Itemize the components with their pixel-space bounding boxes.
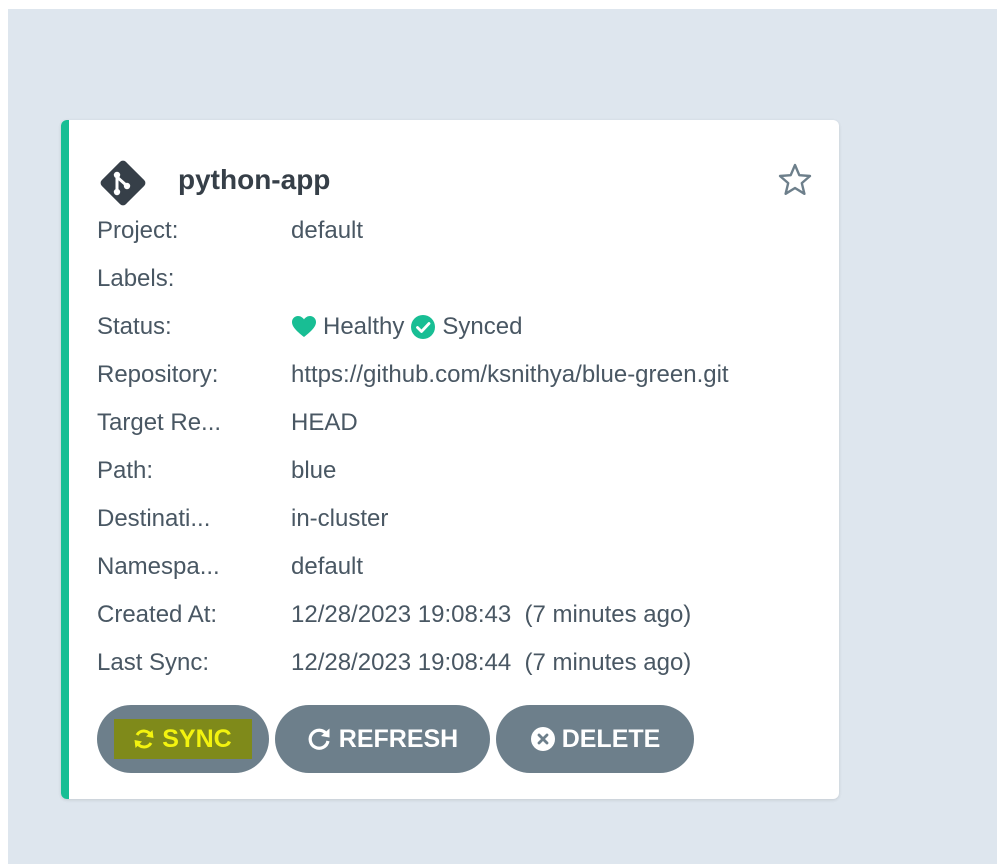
- field-project: Project: default: [97, 211, 817, 251]
- check-circle-icon: [411, 315, 436, 339]
- sync-button-label: SYNC: [162, 724, 232, 753]
- field-destination: Destinati... in-cluster: [97, 499, 817, 539]
- destination-value: in-cluster: [291, 505, 389, 532]
- last-sync-value: 12/28/2023 19:08:44 (7 minutes ago): [291, 649, 692, 676]
- field-path: Path: blue: [97, 451, 817, 491]
- delete-button-label: DELETE: [561, 724, 661, 753]
- target-revision-value: HEAD: [291, 409, 358, 436]
- field-labels: Labels:: [97, 259, 817, 299]
- field-label: Labels:: [97, 265, 175, 292]
- heart-icon: [292, 316, 316, 337]
- field-namespace: Namespa... default: [97, 547, 817, 587]
- redo-icon: [308, 728, 330, 750]
- delete-button[interactable]: DELETE: [496, 705, 694, 773]
- field-label: Target Re...: [97, 409, 222, 436]
- field-label: Namespa...: [97, 553, 220, 580]
- project-value: default: [291, 217, 364, 244]
- sync-highlight[interactable]: SYNC: [114, 719, 252, 759]
- sync-status-text: Synced: [442, 313, 523, 340]
- namespace-value: default: [291, 553, 364, 580]
- path-value: blue: [291, 457, 337, 484]
- field-last-sync: Last Sync: 12/28/2023 19:08:44 (7 minute…: [97, 643, 817, 683]
- field-status: Status: Healthy Synced: [97, 307, 817, 347]
- repository-value: https://github.com/ksnithya/blue-green.g…: [291, 361, 729, 388]
- health-status-text: Healthy: [323, 313, 405, 340]
- status-value: Healthy Synced: [291, 307, 528, 347]
- times-circle-icon: [530, 727, 555, 751]
- application-tile[interactable]: python-app Project: default Labels: Stat…: [61, 120, 839, 799]
- refresh-button[interactable]: REFRESH: [275, 705, 490, 773]
- field-label: Path:: [97, 457, 154, 484]
- sync-button[interactable]: SYNC: [97, 705, 269, 773]
- app-list-background: python-app Project: default Labels: Stat…: [8, 9, 997, 864]
- field-repository: Repository: https://github.com/ksnithya/…: [97, 355, 817, 395]
- field-label: Repository:: [97, 361, 219, 388]
- star-outline-icon[interactable]: [777, 162, 813, 198]
- created-at-value: 12/28/2023 19:08:43 (7 minutes ago): [291, 601, 692, 628]
- field-label: Project:: [97, 217, 179, 244]
- field-label: Created At:: [97, 601, 218, 628]
- health-status-bar: [61, 120, 69, 799]
- sync-icon: [134, 729, 154, 749]
- git-diamond-icon: [100, 160, 146, 206]
- field-label: Last Sync:: [97, 649, 210, 676]
- app-name[interactable]: python-app: [178, 160, 330, 200]
- field-target-revision: Target Re... HEAD: [97, 403, 817, 443]
- field-label: Destinati...: [97, 505, 211, 532]
- field-created-at: Created At: 12/28/2023 19:08:43 (7 minut…: [97, 595, 817, 635]
- refresh-button-label: REFRESH: [338, 724, 459, 753]
- field-label: Status:: [97, 313, 172, 340]
